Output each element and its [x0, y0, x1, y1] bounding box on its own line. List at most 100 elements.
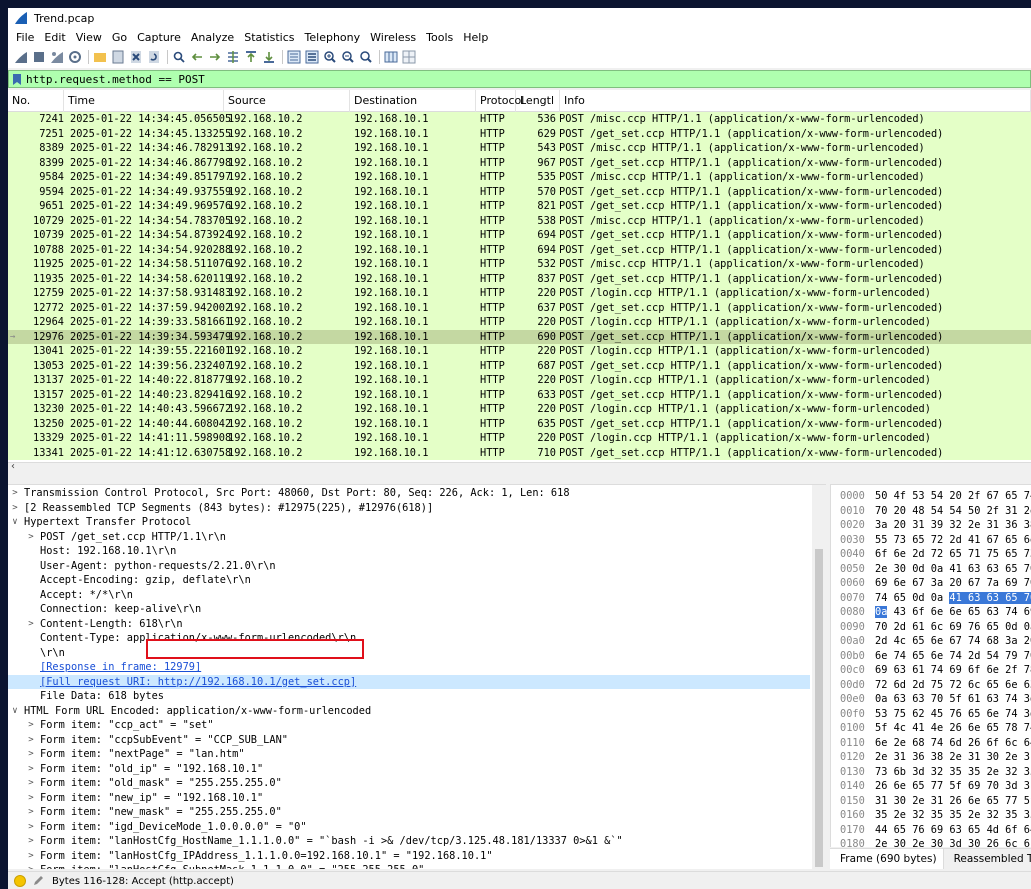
collapsed-arrow-icon[interactable]: > — [26, 530, 36, 545]
bytes-tab-0[interactable]: Frame (690 bytes) — [830, 849, 944, 869]
table-row[interactable]: 13137 2025-01-22 14:40:22.818779 192.168.1… — [8, 373, 1031, 388]
table-row[interactable]: 11935 2025-01-22 14:34:58.620119 192.168.1… — [8, 271, 1031, 286]
bookmark-icon[interactable] — [13, 73, 21, 85]
table-row[interactable]: 13230 2025-01-22 14:40:43.596672 192.168.1… — [8, 402, 1031, 417]
menu-view[interactable]: View — [71, 31, 107, 44]
scrollbar-thumb[interactable] — [815, 549, 823, 867]
expanded-arrow-icon[interactable]: ∨ — [10, 515, 20, 530]
shark-fin-start-icon[interactable] — [14, 50, 28, 64]
table-row[interactable]: 12964 2025-01-22 14:39:33.581661 192.168.1… — [8, 315, 1031, 330]
menu-file[interactable]: File — [8, 31, 39, 44]
menu-help[interactable]: Help — [458, 31, 493, 44]
collapsed-arrow-icon[interactable]: > — [26, 849, 36, 864]
column-header-2[interactable]: Source — [224, 90, 350, 112]
table-row[interactable]: 9594 2025-01-22 14:34:49.937559 192.168.10… — [8, 184, 1031, 199]
table-row[interactable]: 10739 2025-01-22 14:34:54.873924 192.168.1… — [8, 228, 1031, 243]
menu-analyze[interactable]: Analyze — [186, 31, 239, 44]
reload-icon[interactable] — [147, 50, 161, 64]
table-row[interactable]: 13329 2025-01-22 14:41:11.598908 192.168.1… — [8, 431, 1031, 446]
go-to-packet-icon[interactable] — [226, 50, 240, 64]
collapsed-arrow-icon[interactable]: > — [26, 762, 36, 777]
details-vertical-scrollbar[interactable] — [812, 485, 826, 869]
collapsed-arrow-icon[interactable]: > — [26, 820, 36, 835]
collapsed-arrow-icon[interactable]: > — [26, 776, 36, 791]
table-row[interactable]: 13053 2025-01-22 14:39:56.232407 192.168.1… — [8, 358, 1031, 373]
zoom-out-icon[interactable] — [341, 50, 355, 64]
table-row[interactable]: 8399 2025-01-22 14:34:46.867798 192.168.10… — [8, 155, 1031, 170]
packet-bytes[interactable]: 0000 50 4f 53 54 20 2f 67 65 74 0010 70 20 … — [830, 484, 1031, 847]
back-arrow-icon[interactable] — [190, 50, 204, 64]
collapsed-arrow-icon[interactable]: > — [26, 747, 36, 762]
normal-size-icon[interactable] — [359, 50, 373, 64]
edit-comment-icon[interactable] — [32, 875, 44, 887]
table-row[interactable]: 12772 2025-01-22 14:37:59.942002 192.168.1… — [8, 300, 1031, 315]
column-header-4[interactable]: Protocol — [476, 90, 524, 112]
expanded-arrow-icon[interactable]: ∨ — [10, 704, 20, 719]
zoom-in-icon[interactable] — [323, 50, 337, 64]
menu-tools[interactable]: Tools — [421, 31, 458, 44]
save-file-icon[interactable] — [111, 50, 125, 64]
table-row[interactable]: → 12976 2025-01-22 14:39:34.593479 192.168.… — [8, 329, 1031, 344]
byte-hex: 53 75 62 45 76 65 6e 74 3d — [875, 707, 1031, 722]
column-header-3[interactable]: Destination — [350, 90, 476, 112]
detail-link[interactable]: [Response in frame: 12979] — [40, 660, 201, 675]
table-row[interactable]: 13157 2025-01-22 14:40:23.829416 192.168.1… — [8, 387, 1031, 402]
packet-list[interactable]: No. Time Source Destination Protocol Lengtl In… — [8, 90, 1031, 472]
column-header-5[interactable]: Lengtl — [516, 90, 560, 112]
hex-values: 70 2d 61 6c 69 76 65 0d 0a — [875, 620, 1031, 633]
table-row[interactable]: 9584 2025-01-22 14:34:49.851797 192.168.10… — [8, 170, 1031, 185]
collapsed-arrow-icon[interactable]: > — [26, 805, 36, 820]
collapsed-arrow-icon[interactable]: > — [10, 501, 20, 516]
column-header-1[interactable]: Time — [64, 90, 224, 112]
table-row[interactable]: 7241 2025-01-22 14:34:45.056505 192.168.10… — [8, 112, 1031, 127]
menu-telephony[interactable]: Telephony — [300, 31, 366, 44]
restart-icon[interactable] — [50, 50, 64, 64]
menu-edit[interactable]: Edit — [39, 31, 70, 44]
filter-input[interactable]: http.request.method == POST — [26, 73, 205, 86]
resize-columns-icon[interactable] — [384, 50, 398, 64]
colorize-icon[interactable] — [305, 50, 319, 64]
detail-link[interactable]: [Full request URI: http://192.168.10.1/g… — [40, 675, 356, 690]
collapsed-arrow-icon[interactable]: > — [26, 791, 36, 806]
layout-icon[interactable] — [402, 50, 416, 64]
menu-capture[interactable]: Capture — [132, 31, 186, 44]
table-row[interactable]: 10729 2025-01-22 14:34:54.783705 192.168.1… — [8, 213, 1031, 228]
expert-info-icon[interactable] — [14, 875, 26, 887]
collapsed-arrow-icon[interactable]: > — [26, 863, 36, 869]
stop-icon[interactable] — [32, 50, 46, 64]
close-file-icon[interactable] — [129, 50, 143, 64]
collapsed-arrow-icon[interactable]: > — [26, 733, 36, 748]
cell-proto: HTTP — [480, 417, 505, 430]
table-row[interactable]: 12759 2025-01-22 14:37:58.931483 192.168.1… — [8, 286, 1031, 301]
table-row[interactable]: 13041 2025-01-22 14:39:55.221601 192.168.1… — [8, 344, 1031, 359]
collapsed-arrow-icon[interactable]: > — [26, 617, 36, 632]
find-icon[interactable] — [172, 50, 186, 64]
scroll-left-icon[interactable]: ‹ — [11, 461, 15, 472]
forward-arrow-icon[interactable] — [208, 50, 222, 64]
column-header-0[interactable]: No. — [8, 90, 64, 112]
packet-details[interactable]: > Transmission Control Protocol, Src Port… — [8, 484, 826, 869]
table-row[interactable]: 13341 2025-01-22 14:41:12.630758 192.168.1… — [8, 445, 1031, 460]
first-packet-icon[interactable] — [244, 50, 258, 64]
collapsed-arrow-icon[interactable]: > — [26, 834, 36, 849]
table-row[interactable]: 9651 2025-01-22 14:34:49.969576 192.168.10… — [8, 199, 1031, 214]
open-file-icon[interactable] — [93, 50, 107, 64]
menu-statistics[interactable]: Statistics — [239, 31, 299, 44]
table-row[interactable]: 13250 2025-01-22 14:40:44.608042 192.168.1… — [8, 416, 1031, 431]
menu-go[interactable]: Go — [107, 31, 132, 44]
collapsed-arrow-icon[interactable]: > — [26, 718, 36, 733]
horizontal-scrollbar[interactable]: ‹ — [8, 461, 1031, 472]
autoscroll-icon[interactable] — [287, 50, 301, 64]
display-filter-bar[interactable]: http.request.method == POST — [8, 70, 1031, 88]
last-packet-icon[interactable] — [262, 50, 276, 64]
table-row[interactable]: 11925 2025-01-22 14:34:58.511076 192.168.1… — [8, 257, 1031, 272]
column-header-6[interactable]: Info — [560, 90, 1031, 112]
collapsed-arrow-icon[interactable]: > — [10, 486, 20, 501]
options-icon[interactable] — [68, 50, 82, 64]
menu-wireless[interactable]: Wireless — [365, 31, 421, 44]
detail-line[interactable]: [Full request URI: http://192.168.10.1/g… — [8, 674, 810, 690]
bytes-tab-1[interactable]: Reassembled TCP (8 — [944, 853, 1031, 865]
table-row[interactable]: 8389 2025-01-22 14:34:46.782913 192.168.10… — [8, 141, 1031, 156]
table-row[interactable]: 10788 2025-01-22 14:34:54.920288 192.168.1… — [8, 242, 1031, 257]
table-row[interactable]: 7251 2025-01-22 14:34:45.133255 192.168.10… — [8, 126, 1031, 141]
